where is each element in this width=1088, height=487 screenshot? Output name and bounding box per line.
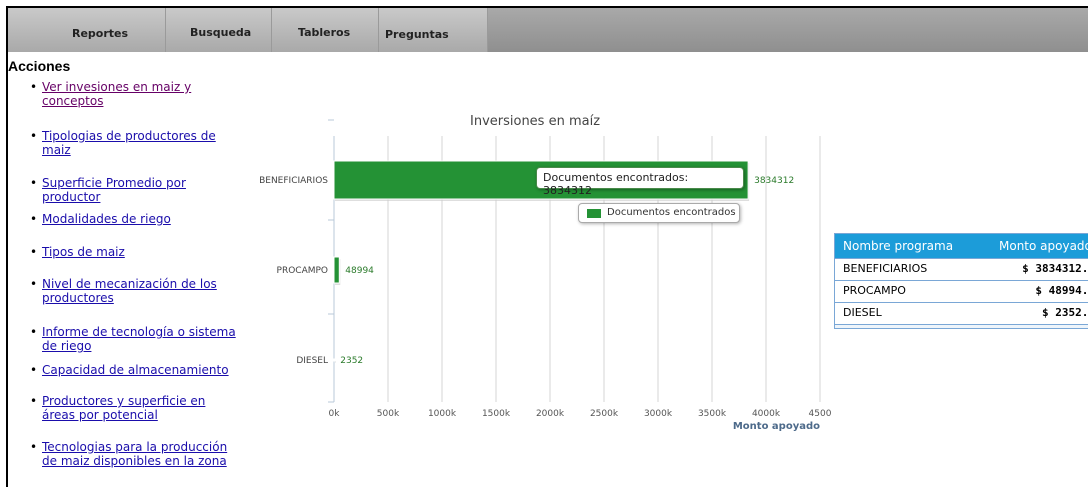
- program-name-cell: BENEFICIARIOS: [843, 262, 928, 275]
- x-tick-label: 1000k: [428, 409, 457, 419]
- table-row: DIESEL $ 2352.0: [835, 302, 1088, 324]
- amount-cell: $ 48994.0: [1035, 284, 1088, 297]
- column-header: Nombre programa: [843, 239, 954, 253]
- category-label: BENEFICIARIOS: [259, 176, 328, 186]
- table-body: BENEFICIARIOS $ 3834312.0 PROCAMPO $ 48994.…: [835, 258, 1088, 324]
- bar: [333, 256, 340, 284]
- table-footer: [835, 324, 1088, 328]
- x-tick-label: 500k: [377, 409, 400, 419]
- amount-cell: $ 3834312.0: [1022, 262, 1088, 275]
- table-header: Nombre programa Monto apoyado: [835, 234, 1088, 258]
- x-tick-label: 3000k: [644, 409, 673, 419]
- legend-label: Documentos encontrados: [607, 207, 736, 218]
- amount-cell: $ 2352.0: [1042, 306, 1088, 319]
- x-tick-label: 0k: [329, 409, 341, 419]
- x-tick-label: 3500k: [698, 409, 727, 419]
- program-name-cell: DIESEL: [843, 306, 882, 319]
- x-axis-title: Monto apoyado: [733, 421, 820, 432]
- bar-shadow: [335, 361, 336, 363]
- data-label: 48994: [345, 266, 374, 276]
- chart-tooltip: Documentos encontrados: 3834312: [536, 167, 744, 197]
- programs-table: Nombre programa Monto apoyado BENEFICIAR…: [834, 233, 1088, 329]
- x-tick-label: 1500k: [482, 409, 511, 419]
- page-frame: Reportes Busqueda Tableros Preguntas Acc…: [6, 6, 1088, 487]
- x-tick-label: 4000k: [752, 409, 781, 419]
- table-row: BENEFICIARIOS $ 3834312.0: [835, 258, 1088, 280]
- table-row: PROCAMPO $ 48994.0: [835, 280, 1088, 302]
- data-label: 3834312: [754, 176, 794, 186]
- category-label: DIESEL: [296, 356, 328, 366]
- program-name-cell: PROCAMPO: [843, 284, 906, 297]
- x-tick-label: 2500k: [590, 409, 619, 419]
- x-tick-label: 2000k: [536, 409, 565, 419]
- x-tick-label: 4500: [809, 409, 832, 419]
- bar: [333, 358, 335, 362]
- data-label: 2352: [340, 356, 363, 366]
- category-label: PROCAMPO: [277, 266, 328, 276]
- chart-legend[interactable]: Documentos encontrados: [578, 203, 740, 223]
- column-header: Monto apoyado: [999, 239, 1088, 253]
- legend-swatch: [587, 209, 601, 218]
